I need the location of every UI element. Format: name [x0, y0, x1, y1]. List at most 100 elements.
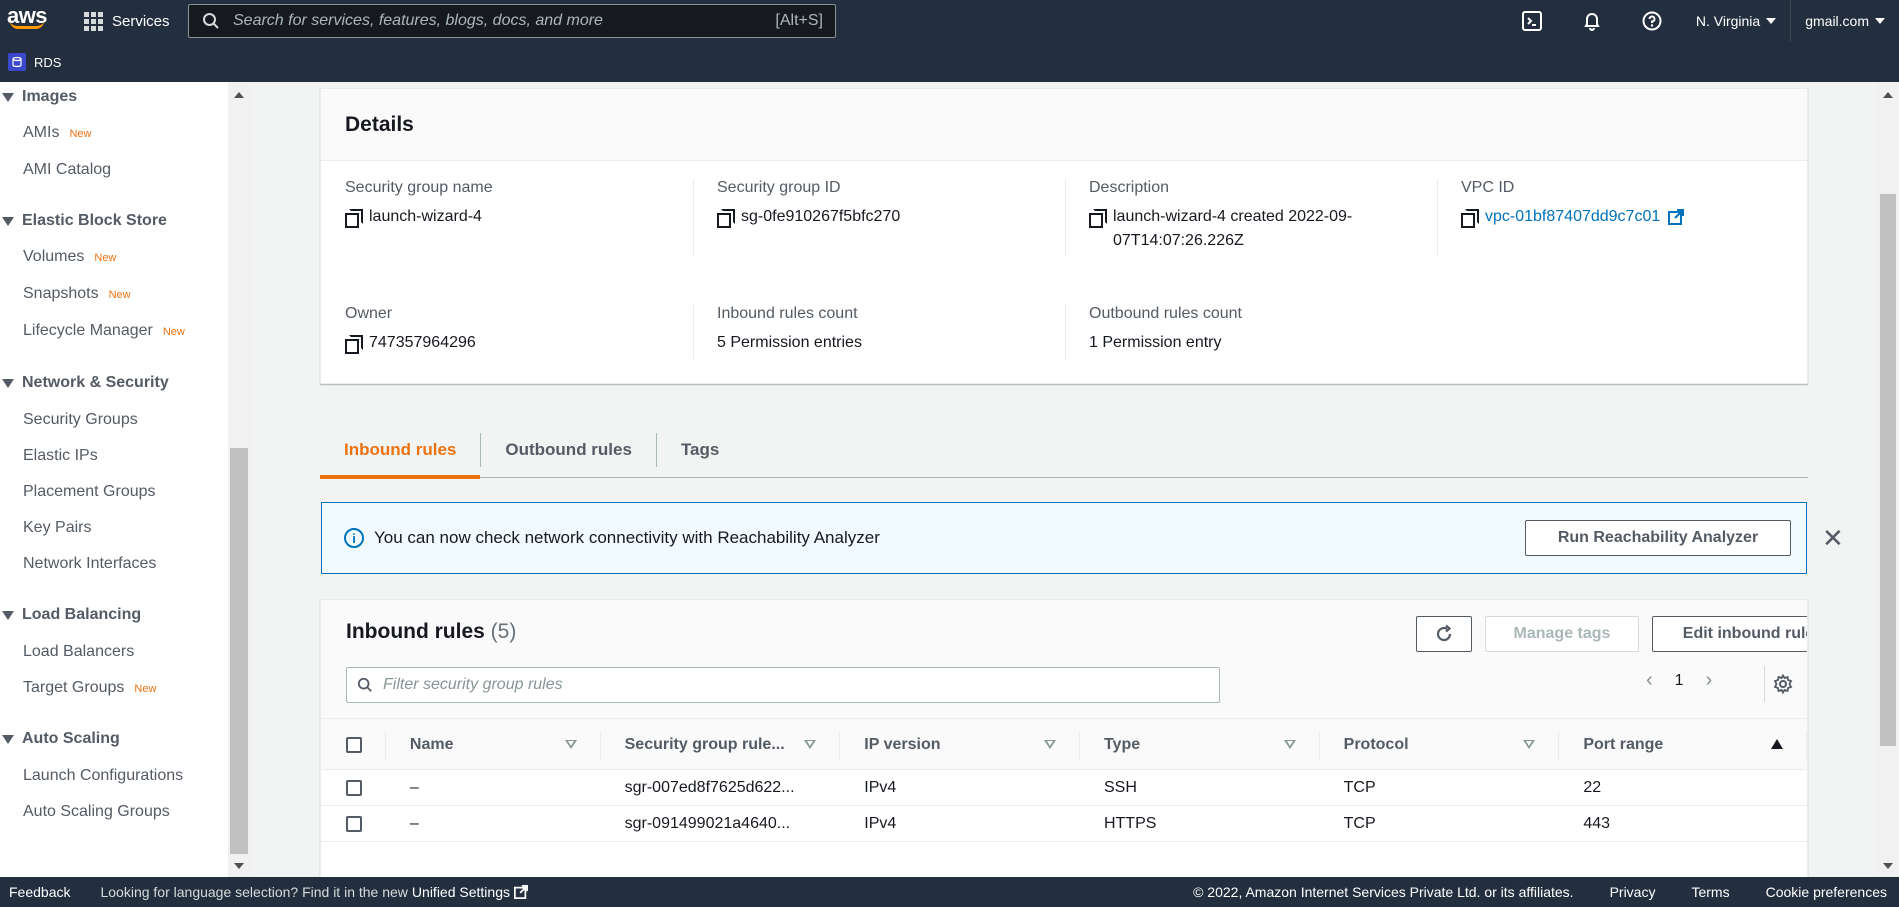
- chevron-left-icon[interactable]: ‹: [1646, 669, 1653, 692]
- edit-inbound-rules-button[interactable]: Edit inbound rules: [1652, 616, 1807, 652]
- sidebar-item-volumes[interactable]: Volumes New: [23, 248, 116, 266]
- sidebar-item-target-groups[interactable]: Target Groups New: [23, 679, 156, 697]
- sidebar-item-security-groups[interactable]: Security Groups: [23, 411, 138, 429]
- tab-outbound-rules[interactable]: Outbound rules: [481, 422, 656, 478]
- scroll-up-icon[interactable]: [1883, 92, 1893, 98]
- sort-ascending-icon: [1770, 739, 1783, 749]
- column-ip-version[interactable]: IP version: [840, 719, 1080, 771]
- sidebar-item-label: Network Interfaces: [23, 555, 157, 572]
- region-selector[interactable]: N. Virginia: [1682, 0, 1790, 42]
- sidebar-item-label: Placement Groups: [23, 483, 156, 500]
- cookie-preferences-link[interactable]: Cookie preferences: [1766, 884, 1887, 900]
- filter-field[interactable]: [346, 667, 1220, 703]
- field-value: 5 Permission entries: [717, 334, 862, 351]
- close-icon[interactable]: ✕: [1822, 525, 1844, 551]
- copy-icon[interactable]: [345, 335, 363, 354]
- row-checkbox[interactable]: [346, 815, 363, 832]
- scroll-down-icon[interactable]: [1883, 863, 1893, 869]
- field-value: sg-0fe910267f5bfc270: [741, 208, 901, 225]
- sidebar-item-network-interfaces[interactable]: Network Interfaces: [23, 555, 156, 573]
- sidebar-section-load-balancing[interactable]: Load Balancing: [0, 606, 141, 624]
- sidebar-item-lifecycle-manager[interactable]: Lifecycle Manager New: [23, 322, 185, 340]
- sidebar-item-snapshots[interactable]: Snapshots New: [23, 285, 131, 303]
- field-label: Security group ID: [717, 179, 841, 196]
- table-row[interactable]: – sgr-091499021a4640... IPv4 HTTPS TCP 4…: [321, 806, 1807, 842]
- manage-tags-button[interactable]: Manage tags: [1485, 616, 1639, 652]
- global-search[interactable]: [Alt+S]: [188, 4, 836, 38]
- row-checkbox[interactable]: [346, 779, 363, 796]
- sidebar-section-auto-scaling[interactable]: Auto Scaling: [0, 730, 120, 748]
- details-title: Details: [321, 89, 1807, 161]
- chevron-right-icon[interactable]: ›: [1706, 669, 1713, 692]
- scroll-down-icon[interactable]: [234, 863, 244, 869]
- external-link-icon: [1668, 209, 1685, 225]
- details-panel: Details Security group name launch-wizar…: [320, 88, 1808, 384]
- refresh-button[interactable]: [1416, 616, 1472, 652]
- column-port-range[interactable]: Port range: [1559, 719, 1807, 771]
- preferences-button[interactable]: [1764, 666, 1800, 702]
- sidebar-item-placement-groups[interactable]: Placement Groups: [23, 483, 156, 501]
- table-title: Inbound rules (5): [346, 620, 516, 644]
- scroll-up-icon[interactable]: [234, 92, 244, 98]
- main-scrollbar[interactable]: [1877, 82, 1899, 877]
- account-menu[interactable]: gmail.com: [1790, 0, 1899, 42]
- copy-icon[interactable]: [1089, 209, 1107, 228]
- select-all-checkbox[interactable]: [346, 737, 363, 753]
- sidebar-item-auto-scaling-groups[interactable]: Auto Scaling Groups: [23, 803, 170, 821]
- column-type[interactable]: Type: [1080, 719, 1320, 771]
- main-scroll-thumb[interactable]: [1880, 194, 1896, 746]
- help-button[interactable]: [1622, 0, 1682, 42]
- unified-settings-link[interactable]: Unified Settings: [412, 884, 528, 900]
- section-title: Load Balancing: [22, 606, 142, 623]
- cloudshell-button[interactable]: [1502, 0, 1562, 42]
- column-rule-id[interactable]: Security group rule...: [601, 719, 841, 771]
- sidebar-item-ami-catalog[interactable]: AMI Catalog: [23, 161, 111, 179]
- sidebar-scrollbar[interactable]: [228, 82, 250, 877]
- terms-link[interactable]: Terms: [1691, 884, 1729, 900]
- help-icon: [1642, 11, 1662, 31]
- sidebar-item-launch-configurations[interactable]: Launch Configurations: [23, 767, 183, 785]
- copy-icon[interactable]: [345, 209, 363, 228]
- sidebar-section-network-security[interactable]: Network & Security: [0, 374, 169, 392]
- filter-input[interactable]: [383, 676, 1219, 694]
- sidebar-section-images[interactable]: Images: [0, 88, 77, 106]
- column-name[interactable]: Name: [386, 719, 601, 771]
- table-row[interactable]: – sgr-007ed8f7625d622... IPv4 SSH TCP 22: [321, 770, 1807, 806]
- gear-icon: [1773, 674, 1792, 694]
- search-input[interactable]: [233, 12, 776, 30]
- run-reachability-analyzer-button[interactable]: Run Reachability Analyzer: [1525, 520, 1791, 556]
- nav-right-group: N. Virginia gmail.com: [1502, 0, 1899, 42]
- account-label: gmail.com: [1805, 13, 1869, 29]
- copy-icon[interactable]: [1461, 209, 1479, 228]
- tab-tags[interactable]: Tags: [657, 422, 743, 478]
- tab-inbound-rules[interactable]: Inbound rules: [320, 422, 481, 479]
- privacy-link[interactable]: Privacy: [1610, 884, 1656, 900]
- column-label: Protocol: [1343, 736, 1409, 753]
- sidebar-item-key-pairs[interactable]: Key Pairs: [23, 519, 91, 537]
- row-select-cell: [321, 770, 386, 805]
- sort-icon: [1523, 740, 1536, 749]
- service-shortcut-rds[interactable]: RDS: [34, 55, 61, 70]
- field-label: Inbound rules count: [717, 305, 858, 322]
- sidebar-item-amis[interactable]: AMIs New: [23, 124, 91, 142]
- column-protocol[interactable]: Protocol: [1320, 719, 1560, 771]
- sort-icon: [564, 740, 577, 749]
- column-label: Port range: [1583, 736, 1664, 753]
- vpc-id-link[interactable]: vpc-01bf87407dd9c7c01: [1485, 205, 1660, 229]
- services-menu-button[interactable]: Services: [84, 0, 170, 42]
- aws-logo[interactable]: aws: [0, 0, 54, 42]
- external-link-icon: [513, 885, 528, 899]
- feedback-link[interactable]: Feedback: [9, 884, 70, 900]
- sidebar-item-elastic-ips[interactable]: Elastic IPs: [23, 447, 98, 465]
- sidebar-item-load-balancers[interactable]: Load Balancers: [23, 643, 134, 661]
- notifications-button[interactable]: [1562, 0, 1622, 42]
- current-page[interactable]: 1: [1675, 672, 1684, 690]
- refresh-icon: [1436, 624, 1452, 642]
- caret-down-icon: [2, 216, 14, 226]
- cell-protocol: TCP: [1343, 814, 1376, 832]
- copy-icon[interactable]: [717, 209, 735, 228]
- service-bar: RDS: [0, 42, 1899, 82]
- search-icon: [189, 12, 233, 30]
- sidebar-scroll-thumb[interactable]: [230, 448, 248, 854]
- sidebar-section-ebs[interactable]: Elastic Block Store: [0, 212, 167, 230]
